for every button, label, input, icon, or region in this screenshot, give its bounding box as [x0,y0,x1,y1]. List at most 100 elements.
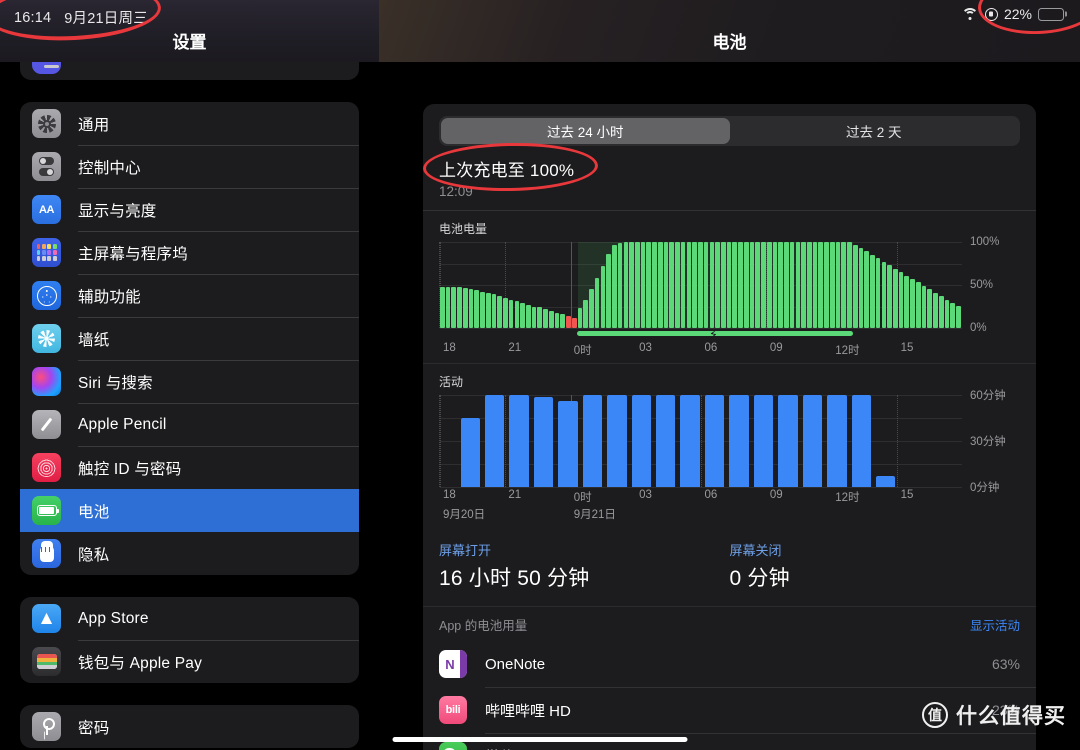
last-charge-time: 12:09 [439,184,473,199]
x-tick-label: 09 [769,489,783,501]
battery-bar [898,272,904,328]
battery-bar [938,296,944,328]
sidebar-item-accessibility[interactable]: 辅助功能 [20,274,359,317]
activity-plot[interactable] [439,395,962,488]
watermark-text: 什么值得买 [956,705,1066,728]
x-tick-label: 21 [508,489,522,501]
battery-bar [634,242,640,328]
activity-bar [704,395,725,487]
battery-bar [732,242,738,328]
status-bar-right: 22% [961,6,1064,22]
battery-level-plot-wrap: 100% 50% 0% [439,236,1020,334]
x-tick-label: 21 [508,342,522,354]
sidebar-item-app-store[interactable]: ▲ App Store [20,597,359,640]
activity-plot-wrap: 60分钟 30分钟 0分钟 [439,390,1020,494]
battery-bar [835,242,841,328]
battery-bar [692,242,697,328]
y-tick-label: 0分钟 [970,482,1000,494]
activity-bar [753,395,774,487]
activity-x-axis-labels: 18 21 0时 03 06 09 12时 15 [439,489,962,506]
battery-bar [812,242,818,328]
sidebar-item-apple-pencil[interactable]: Apple Pencil [20,403,359,446]
segment-last-24-hours[interactable]: 过去 24 小时 [441,118,730,144]
sidebar-item-general[interactable]: 通用 [20,102,359,145]
x-tick-label: 18 [443,342,456,354]
sidebar-item-label: 密码 [78,719,110,737]
sidebar-item-label: Apple Pencil [78,415,167,433]
charging-period-bar-row: ⚡ [439,328,962,341]
battery-bar [594,278,600,328]
battery-bar [652,242,657,328]
sidebar-item-home-screen-dock[interactable]: 主屏幕与程序坞 [20,231,359,274]
sidebar-item-passwords[interactable]: 密码 [20,705,359,748]
battery-bar [606,254,611,328]
sidebar-group-clipped [20,62,359,80]
x-tick-label: 06 [704,342,718,354]
sidebar-item-control-center[interactable]: 控制中心 [20,145,359,188]
stat-label: 屏幕关闭 [729,543,782,558]
battery-bar [497,296,502,328]
battery-bar [566,315,571,328]
app-name: OneNote [485,655,546,673]
battery-bar [795,242,801,328]
status-bar-left: 16:14 9月21日周三 [14,7,148,28]
privacy-hand-icon [32,539,61,568]
battery-bar [927,289,933,328]
activity-bar [656,395,676,487]
sidebar-item-label: 触控 ID 与密码 [78,460,182,478]
battery-bar [451,286,457,328]
last-charge-title: 上次充电至 100% [439,161,575,180]
time-range-segmented-control[interactable]: 过去 24 小时 过去 2 天 [439,116,1020,146]
activity-bar-series [440,395,962,487]
x-tick-label: 15 [900,342,914,354]
last-charge-block: 上次充电至 100% 12:09 [423,146,1036,211]
sidebar-item-siri-search[interactable]: Siri 与搜索 [20,360,359,403]
battery-bar [548,310,554,328]
activity-bar [851,395,871,487]
show-activity-link[interactable]: 显示活动 [970,615,1020,634]
stat-screen-on: 屏幕打开 16 小时 50 分钟 [439,540,730,592]
battery-bar [887,265,892,328]
app-name: 微信 [485,746,1020,750]
battery-icon [32,496,61,525]
activity-y-axis-labels: 60分钟 30分钟 0分钟 [964,390,1020,494]
segment-last-2-days[interactable]: 过去 2 天 [730,118,1019,144]
x-tick-label: 03 [639,342,652,354]
sidebar-item-wallet-apple-pay[interactable]: 钱包与 Apple Pay [20,640,359,683]
battery-level-plot[interactable] [439,242,962,329]
x-tick-label: 15 [900,489,914,501]
accessibility-icon [32,281,61,310]
y-tick-label: 100% [970,236,1000,248]
battery-bar [761,242,766,328]
battery-bar-series [440,242,962,328]
sidebar-item-touch-id-passcode[interactable]: 触控 ID 与密码 [20,446,359,489]
home-indicator[interactable] [392,737,688,742]
table-row[interactable]: N OneNote 63% [423,641,1036,687]
battery-bar [640,242,646,328]
battery-bar [663,242,669,328]
charging-bolt-icon: ⚡ [708,327,718,342]
sidebar-item-display-brightness[interactable]: AA 显示与亮度 [20,188,359,231]
x-tick-label: 03 [639,489,652,501]
sidebar-scroll-area[interactable]: 通用 控制中心 AA 显示与亮度 主屏幕与程序坞 辅助功能 墙纸 Siri 与搜… [0,62,379,750]
sidebar-item-wallpaper[interactable]: 墙纸 [20,317,359,360]
siri-icon [32,367,61,396]
wechat-icon [439,742,467,750]
watermark-badge: 值 [922,702,948,728]
battery-bar [824,242,829,328]
battery-bar [571,317,577,328]
battery-bar [726,242,732,328]
pencil-icon [32,410,61,439]
sidebar-item-clipped[interactable] [20,62,359,80]
display-brightness-icon: AA [32,195,61,224]
battery-bar [875,258,881,328]
battery-bar [526,304,531,328]
charging-period-bar: ⚡ [576,328,853,341]
sidebar-item-privacy[interactable]: 隐私 [20,532,359,575]
activity-date-labels: 9月20日 9月21日 [439,506,962,523]
sidebar-item-label: 辅助功能 [78,288,141,306]
battery-bar [933,292,938,328]
sidebar-item-battery[interactable]: 电池 [20,489,359,532]
battery-bar [743,242,749,328]
detail-scroll-area[interactable]: 过去 24 小时 过去 2 天 上次充电至 100% 12:09 电池电量 10… [379,62,1080,750]
